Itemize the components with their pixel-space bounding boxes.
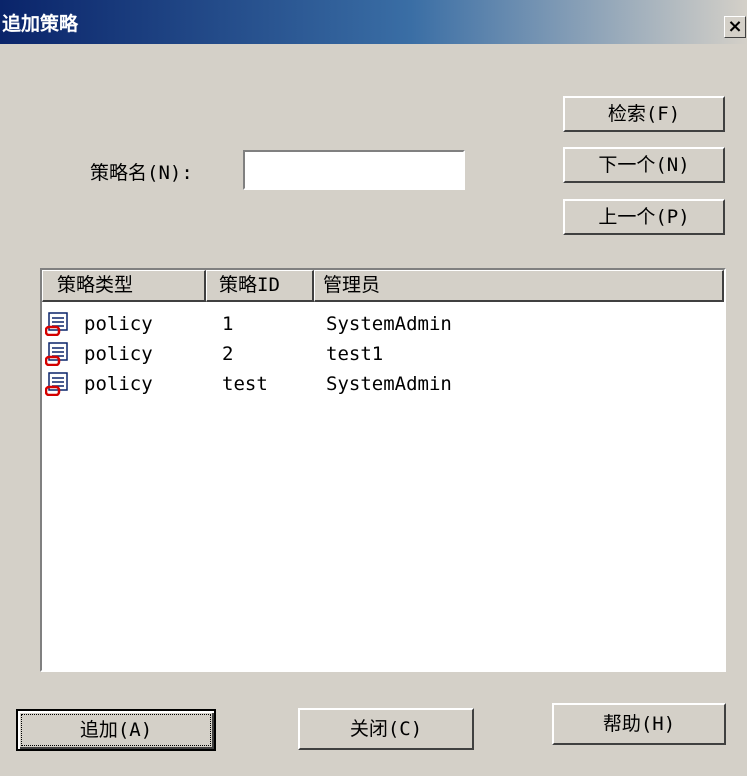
table-row[interactable]: policy 1 SystemAdmin — [42, 310, 724, 339]
policy-icon — [45, 312, 68, 336]
window-title: 追加策略 — [2, 13, 79, 35]
policy-list[interactable]: 策略类型 策略ID 管理员 policy 1 SystemAdmin polic… — [40, 268, 726, 672]
policy-icon — [45, 342, 68, 366]
next-button-label: 下一个(N) — [598, 154, 690, 176]
close-button[interactable]: 关闭(C) — [298, 708, 474, 750]
policy-icon — [45, 372, 68, 396]
list-header: 策略类型 策略ID 管理员 — [42, 270, 724, 302]
policy-name-label: 策略名(N): — [90, 162, 193, 184]
table-row[interactable]: policy 2 test1 — [42, 340, 724, 369]
row-id: 1 — [222, 313, 234, 335]
prev-button[interactable]: 上一个(P) — [563, 199, 725, 235]
column-policy-id[interactable]: 策略ID — [206, 270, 314, 302]
column-policy-id-label: 策略ID — [219, 274, 280, 296]
row-type: policy — [84, 313, 153, 335]
close-window-button[interactable]: × — [724, 16, 746, 38]
row-admin: SystemAdmin — [326, 313, 452, 335]
search-button[interactable]: 检索(F) — [563, 96, 725, 132]
add-button[interactable]: 追加(A) — [16, 709, 216, 751]
row-type: policy — [84, 373, 153, 395]
column-policy-type[interactable]: 策略类型 — [42, 270, 206, 302]
close-icon: × — [727, 16, 743, 37]
add-button-label: 追加(A) — [79, 719, 153, 741]
column-admin[interactable]: 管理员 — [314, 270, 724, 302]
search-button-label: 检索(F) — [607, 103, 681, 125]
next-button[interactable]: 下一个(N) — [563, 147, 725, 183]
table-row[interactable]: policy test SystemAdmin — [42, 370, 724, 399]
column-policy-type-label: 策略类型 — [57, 274, 134, 296]
column-admin-label: 管理员 — [323, 274, 381, 296]
close-button-label: 关闭(C) — [349, 718, 423, 740]
policy-name-input[interactable] — [243, 150, 465, 190]
help-button-label: 帮助(H) — [602, 713, 676, 735]
add-policy-dialog: 追加策略 × 检索(F) 策略名(N): 下一个(N) 上一个(P) 策略类型 … — [0, 0, 747, 776]
help-button[interactable]: 帮助(H) — [552, 703, 726, 745]
title-bar[interactable]: 追加策略 × — [0, 0, 747, 44]
row-id: 2 — [222, 343, 234, 365]
row-type: policy — [84, 343, 153, 365]
row-admin: SystemAdmin — [326, 373, 452, 395]
prev-button-label: 上一个(P) — [598, 206, 690, 228]
row-admin: test1 — [326, 343, 384, 365]
row-id: test — [222, 373, 268, 395]
